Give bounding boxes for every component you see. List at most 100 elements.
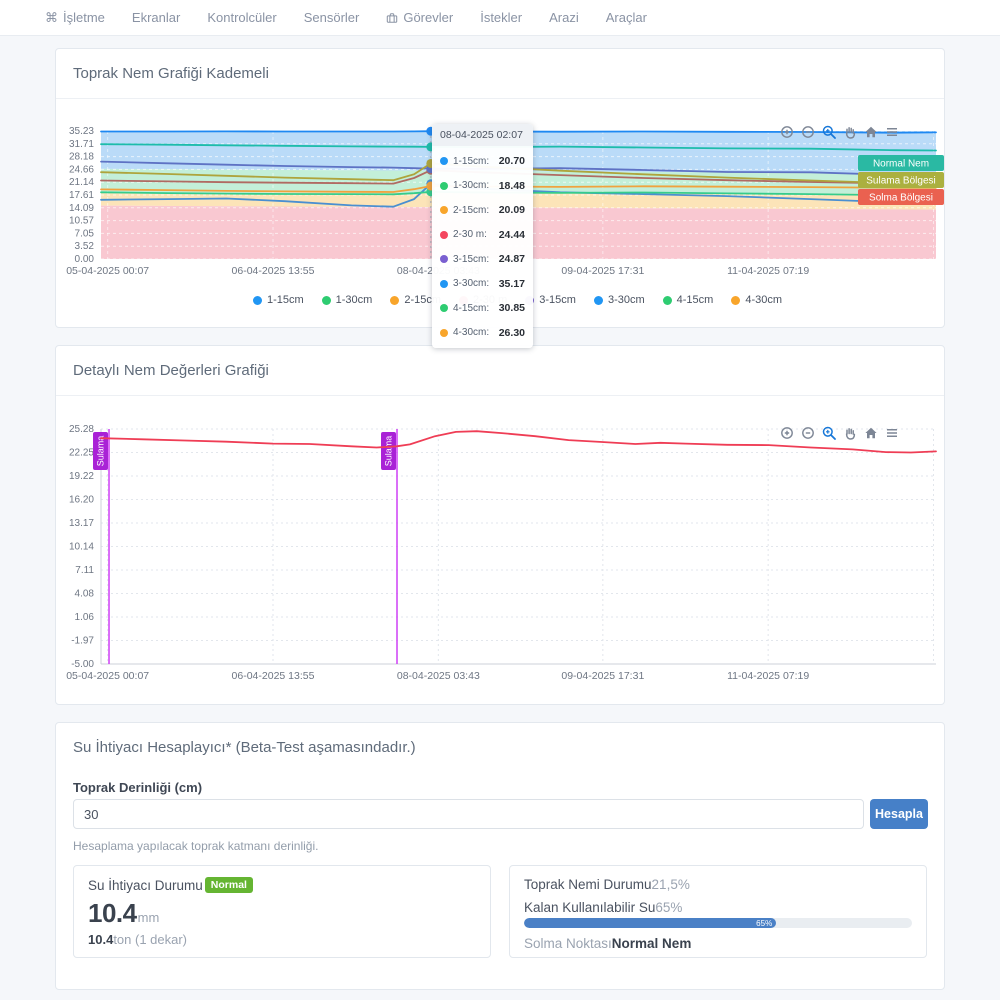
nav-item-sensorler[interactable]: Sensörler: [304, 10, 360, 25]
nav-item-gorevler[interactable]: Görevler: [386, 10, 453, 25]
water-need-status-badge: Normal: [205, 877, 253, 893]
svg-text:13.17: 13.17: [69, 518, 94, 529]
legend-item-3-30cm[interactable]: 3-30cm: [594, 294, 645, 306]
available-water-value: 65%: [655, 900, 682, 915]
svg-text:35.23: 35.23: [69, 126, 94, 137]
page: ⌘İşletme Ekranlar Kontrolcüler Sensörler Gör…: [0, 0, 1000, 1000]
chart-modebar: [780, 426, 899, 440]
tooltip-series-label: 4-15cm:: [453, 303, 489, 314]
detailed-chart-title: Detaylı Nem Değerleri Grafiği: [73, 362, 269, 379]
nav-item-arazi[interactable]: Arazi: [549, 10, 579, 25]
zoom-out-icon[interactable]: [801, 125, 815, 139]
legend-dot: [594, 296, 603, 305]
tooltip-series-dot: [440, 255, 448, 263]
legend-label: 1-15cm: [267, 294, 304, 306]
tooltip-series-dot: [440, 157, 448, 165]
gridlines: [101, 429, 936, 664]
pan-icon[interactable]: [843, 426, 857, 440]
tooltip-series-label: 3-30cm:: [453, 278, 489, 289]
nav-item-label: İşletme: [63, 10, 105, 25]
water-need-label: Su İhtiyacı Durumu: [88, 878, 203, 893]
tooltip-series-value: 20.70: [499, 155, 525, 167]
svg-text:14.09: 14.09: [69, 203, 94, 214]
svg-text:7.11: 7.11: [75, 565, 94, 576]
box-zoom-icon[interactable]: [822, 125, 836, 139]
svg-text:05-04-2025 00:07: 05-04-2025 00:07: [66, 670, 149, 682]
progress-label: 65%: [756, 919, 772, 928]
tooltip-series-dot: [440, 329, 448, 337]
legend-item-4-30cm[interactable]: 4-30cm: [731, 294, 782, 306]
svg-text:1.06: 1.06: [75, 612, 95, 623]
available-water-progress: 65%: [524, 918, 912, 928]
tooltip-row: 3-30cm:35.17: [432, 272, 533, 297]
legend-dot: [390, 296, 399, 305]
svg-text:08-04-2025 03:43: 08-04-2025 03:43: [397, 670, 480, 682]
nav-item-isletme[interactable]: ⌘İşletme: [45, 10, 105, 26]
zoom-in-icon[interactable]: [780, 426, 794, 440]
svg-text:16.20: 16.20: [69, 494, 94, 505]
band-labels: Normal NemSulama BölgesiSolma Bölgesi: [858, 155, 944, 205]
svg-text:10.57: 10.57: [69, 216, 94, 227]
svg-text:Sulama Bölgesi: Sulama Bölgesi: [866, 176, 935, 187]
nav-item-kontrolculer[interactable]: Kontrolcüler: [207, 10, 276, 25]
available-water-label: Kalan Kullanılabilir Su: [524, 900, 655, 915]
zoom-in-icon[interactable]: [780, 125, 794, 139]
nav-item-istekler[interactable]: İstekler: [480, 10, 522, 25]
legend-label: 1-30cm: [336, 294, 373, 306]
calculate-button[interactable]: Hesapla: [870, 799, 928, 829]
calculator-title: Su İhtiyacı Hesaplayıcı* (Beta-Test aşam…: [73, 739, 416, 756]
svg-text:19.22: 19.22: [69, 471, 94, 482]
water-need-value: 10.4: [88, 898, 137, 928]
home-icon[interactable]: [864, 426, 878, 440]
progress-fill: 65%: [524, 918, 776, 928]
soil-depth-input[interactable]: [73, 799, 864, 829]
legend-item-1-30cm[interactable]: 1-30cm: [322, 294, 373, 306]
axis-ticks: 25.2822.2519.2216.2013.1710.147.114.081.…: [66, 424, 809, 682]
tooltip-series-value: 26.30: [499, 327, 525, 339]
box-zoom-icon[interactable]: [822, 426, 836, 440]
tooltip-series-value: 20.09: [499, 204, 525, 216]
tooltip-series-label: 1-15cm:: [453, 156, 489, 167]
tooltip-series-dot: [440, 280, 448, 288]
svg-text:11-04-2025 07:19: 11-04-2025 07:19: [727, 670, 809, 682]
home-icon[interactable]: [864, 125, 878, 139]
moisture-status-value: 21,5%: [652, 877, 690, 892]
briefcase-icon: [386, 12, 398, 24]
svg-text:21.14: 21.14: [69, 177, 94, 188]
legend-label: 4-30cm: [745, 294, 782, 306]
svg-text:3.52: 3.52: [75, 241, 95, 252]
soil-depth-row: Hesapla: [73, 799, 928, 829]
pan-icon[interactable]: [843, 125, 857, 139]
tooltip-row: 4-15cm:30.85: [432, 296, 533, 321]
tooltip-series-dot: [440, 304, 448, 312]
tooltip-row: 4-30cm: 26.30: [432, 321, 533, 346]
tooltip-series-dot: [440, 206, 448, 214]
zoom-out-icon[interactable]: [801, 426, 815, 440]
nav-item-label: İstekler: [480, 10, 522, 25]
water-need-result-box: Su İhtiyacı Durumu Normal 10.4mm 10.4ton…: [73, 865, 491, 958]
nav-item-ekranlar[interactable]: Ekranlar: [132, 10, 180, 25]
nav-item-label: Kontrolcüler: [207, 10, 276, 25]
menu-icon[interactable]: [885, 125, 899, 139]
tooltip-series-label: 3-15cm:: [453, 254, 489, 265]
water-calculator-card: Su İhtiyacı Hesaplayıcı* (Beta-Test aşam…: [55, 722, 945, 990]
tooltip-timestamp: 08-04-2025 02:07: [432, 124, 533, 146]
legend-item-4-15cm[interactable]: 4-15cm: [663, 294, 714, 306]
svg-text:10.14: 10.14: [69, 542, 94, 553]
detailed-moisture-card: Detaylı Nem Değerleri Grafiği 25.2822.25…: [55, 345, 945, 705]
nav-item-araclar[interactable]: Araçlar: [606, 10, 647, 25]
svg-text:Solma Bölgesi: Solma Bölgesi: [869, 193, 933, 204]
nav-item-label: Ekranlar: [132, 10, 180, 25]
water-need-unit: mm: [138, 910, 160, 925]
tooltip-rows: 1-15cm:20.701-30cm:18.482-15cm:20.092-30…: [432, 146, 533, 348]
svg-text:17.61: 17.61: [69, 190, 94, 201]
svg-text:31.71: 31.71: [69, 139, 94, 150]
tooltip-series-label: 4-30cm:: [453, 327, 489, 338]
moisture-status-label: Toprak Nemi Durumu: [524, 877, 652, 892]
soil-depth-helper: Hesaplama yapılacak toprak katmanı derin…: [73, 839, 318, 853]
detailed-moisture-chart[interactable]: 25.2822.2519.2216.2013.1710.147.114.081.…: [56, 414, 946, 686]
legend-item-1-15cm[interactable]: 1-15cm: [253, 294, 304, 306]
menu-icon[interactable]: [885, 426, 899, 440]
svg-text:Sulama: Sulama: [96, 436, 106, 467]
svg-text:06-04-2025 13:55: 06-04-2025 13:55: [232, 265, 315, 277]
